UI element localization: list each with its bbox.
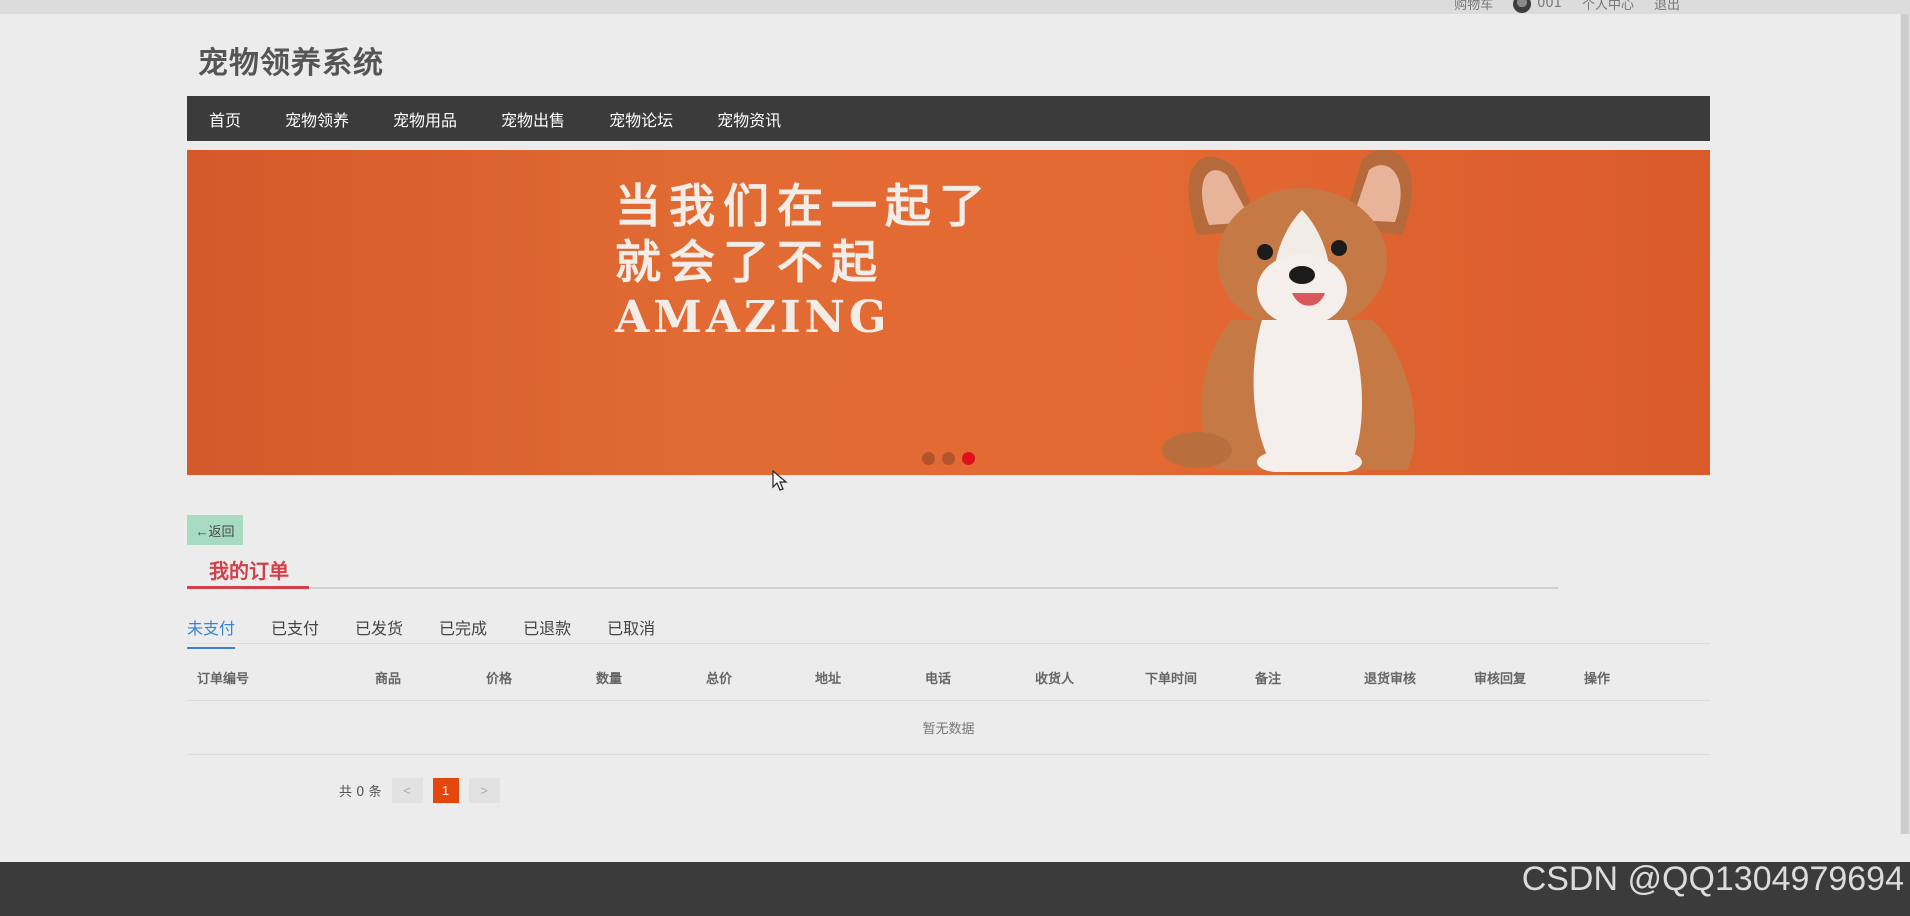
table-empty-text: 暂无数据 [922,722,975,737]
column-header-review-reply: 审核回复 [1474,672,1527,687]
site-title: 宠物领养系统 [198,46,384,81]
page-button-current[interactable]: 1 [432,778,459,803]
column-header-total: 总价 [706,672,733,687]
column-header-order-id: 订单编号 [197,672,250,687]
column-header-recipient: 收货人 [1035,672,1075,687]
column-header-address: 地址 [815,672,842,687]
table-header-divider [187,700,1710,701]
banner-line-2: 就会了不起 [615,235,885,289]
nav-item-pet-adoption[interactable]: 宠物领养 [263,107,371,131]
orders-table-header: 订单编号 商品 价格 数量 总价 地址 电话 收货人 下单时间 备注 退货审核 … [187,668,1710,700]
banner-text: 当我们在一起了 就会了不起 AMAZING [615,178,993,346]
profile-link[interactable]: 个人中心 [1582,0,1634,13]
banner-carousel[interactable]: 当我们在一起了 就会了不起 AMAZING [187,150,1710,475]
dog-illustration [1162,150,1415,472]
carousel-dot-2[interactable] [942,452,955,465]
table-bottom-divider [187,754,1710,755]
carousel-dot-3[interactable] [962,452,975,465]
section-title-underline [187,586,309,589]
top-links: 购物车 001 个人中心 退出 [1454,0,1680,13]
nav-item-pet-forum[interactable]: 宠物论坛 [587,107,695,131]
cart-link[interactable]: 购物车 [1454,0,1493,13]
pagination: 共 0 条 < 1 > [339,778,500,803]
section-divider [187,587,1558,589]
carousel-dots [922,452,975,465]
banner-line-1: 当我们在一起了 [615,179,993,233]
next-page-button[interactable]: > [468,778,500,803]
page-scrollbar[interactable] [1900,14,1910,834]
column-header-quantity: 数量 [596,672,623,687]
scrollbar-thumb[interactable] [1901,14,1909,834]
nav-item-pet-sale[interactable]: 宠物出售 [479,107,587,131]
column-header-actions: 操作 [1584,672,1611,687]
banner-line-3: AMAZING [615,292,891,343]
user-menu[interactable]: 001 [1513,0,1562,13]
column-header-order-time: 下单时间 [1145,672,1198,687]
main-nav: 首页 宠物领养 宠物用品 宠物出售 宠物论坛 宠物资讯 [187,96,1710,141]
column-header-price: 价格 [486,672,513,687]
column-header-return-review: 退货审核 [1364,672,1417,687]
column-header-product: 商品 [375,672,402,687]
mouse-cursor-icon [772,470,788,491]
prev-page-button[interactable]: < [391,778,423,803]
nav-item-pet-supplies[interactable]: 宠物用品 [371,107,479,131]
username: 001 [1537,0,1562,11]
tabs-divider [187,643,1710,644]
watermark: CSDN @QQ1304979694 [1521,860,1904,898]
section-title: 我的订单 [209,559,289,583]
avatar [1513,0,1532,13]
back-button[interactable]: ←返回 [187,515,243,545]
column-header-remark: 备注 [1255,672,1282,687]
nav-item-home[interactable]: 首页 [187,107,263,131]
nav-item-pet-news[interactable]: 宠物资讯 [695,107,803,131]
pagination-total: 共 0 条 [339,785,382,800]
column-header-phone: 电话 [925,672,952,687]
carousel-dot-1[interactable] [922,452,935,465]
logout-link[interactable]: 退出 [1654,0,1680,13]
